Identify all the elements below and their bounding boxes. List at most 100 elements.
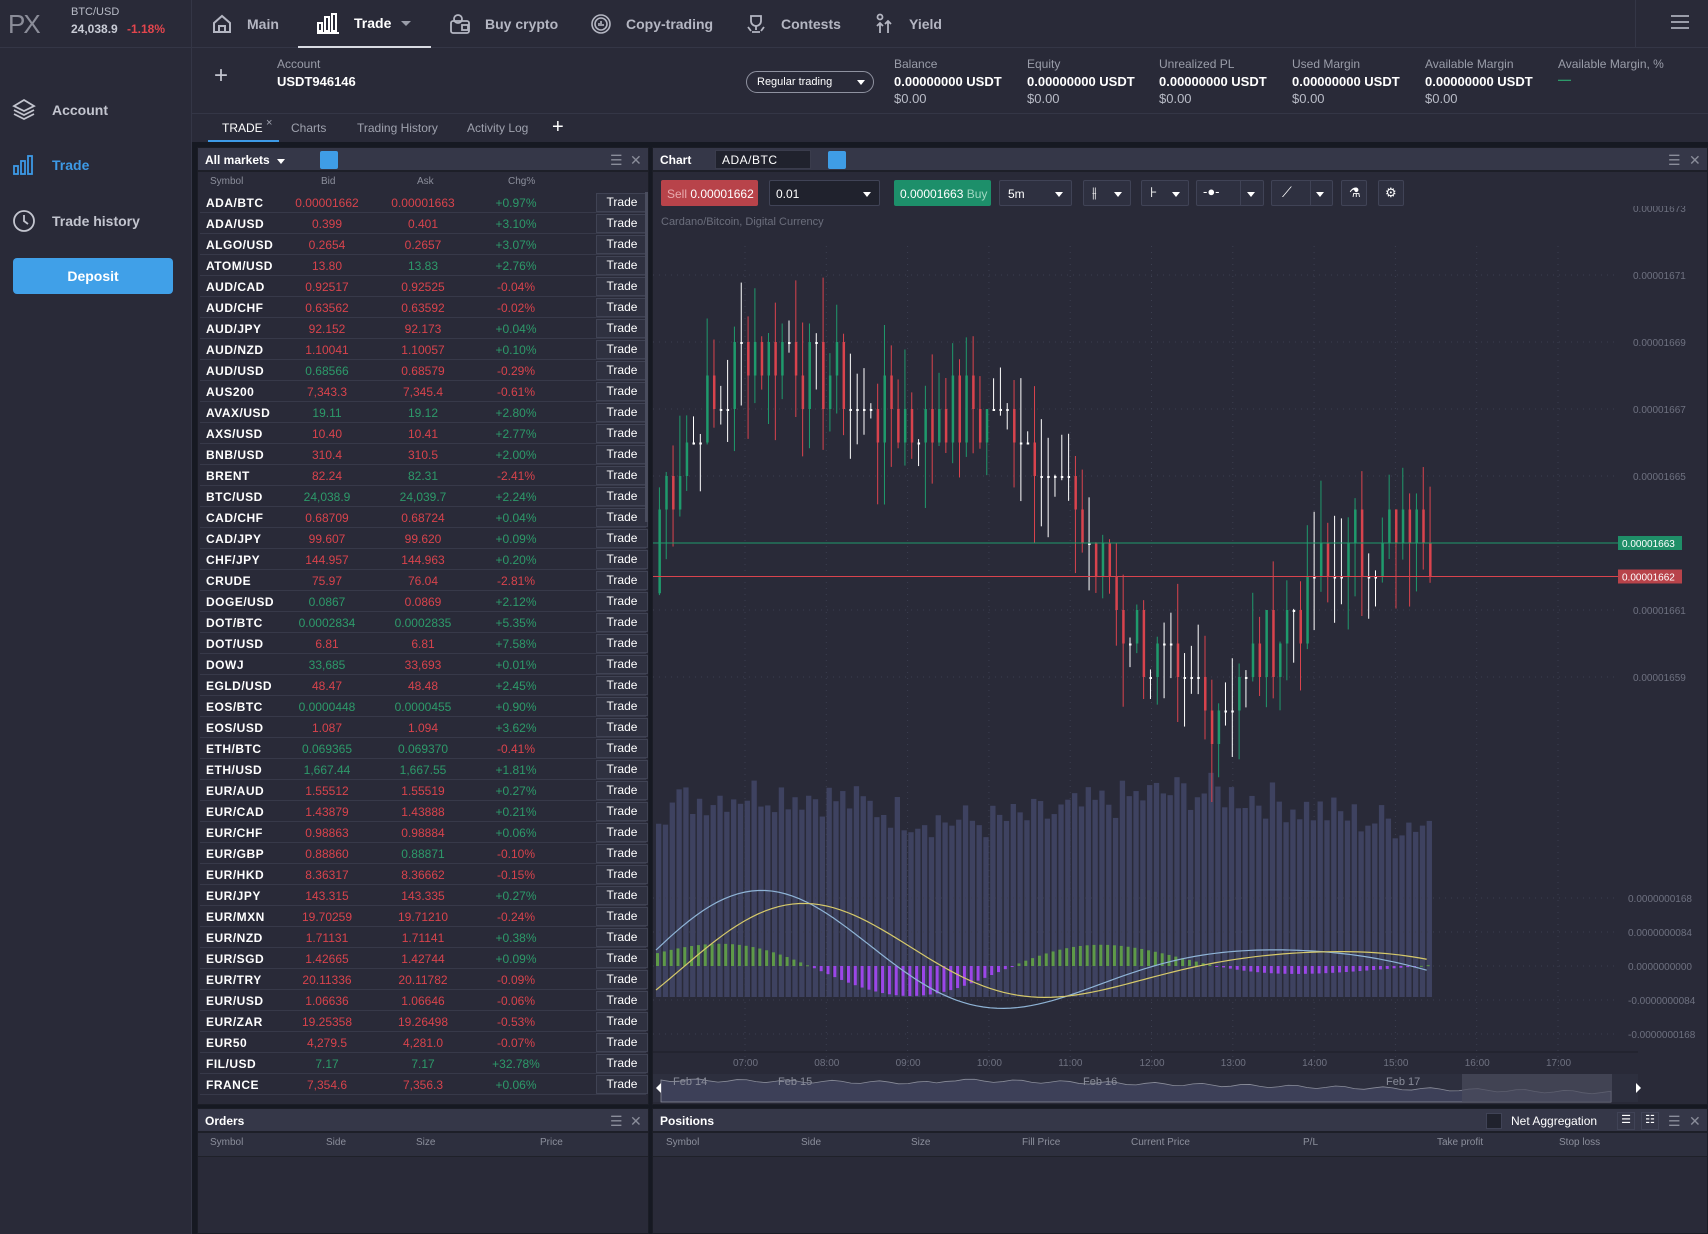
market-row[interactable]: CAD/JPY 99.607 99.620 +0.09% Trade	[200, 528, 648, 549]
trade-button[interactable]: Trade	[596, 718, 648, 737]
trade-button[interactable]: Trade	[596, 445, 648, 464]
trade-button[interactable]: Trade	[596, 739, 648, 758]
market-row[interactable]: ADA/BTC 0.00001662 0.00001663 +0.97% Trade	[200, 192, 648, 213]
deposit-button[interactable]: Deposit	[13, 258, 173, 294]
add-tab-icon[interactable]: +	[552, 116, 564, 139]
trade-button[interactable]: Trade	[596, 508, 648, 527]
market-row[interactable]: AUD/NZD 1.10041 1.10057 +0.10% Trade	[200, 339, 648, 360]
market-row[interactable]: CAD/CHF 0.68709 0.68724 +0.04% Trade	[200, 507, 648, 528]
col-ask[interactable]: Ask	[417, 176, 434, 187]
collapse-all-icon[interactable]: ☷	[1641, 1112, 1659, 1130]
market-row[interactable]: AUD/USD 0.68566 0.68579 -0.29% Trade	[200, 360, 648, 381]
market-row[interactable]: EUR/CAD 1.43879 1.43888 +0.21% Trade	[200, 801, 648, 822]
trade-button[interactable]: Trade	[596, 613, 648, 632]
col-bid[interactable]: Bid	[321, 176, 335, 187]
trade-button[interactable]: Trade	[596, 907, 648, 926]
panel-menu-icon[interactable]: ☰	[610, 1113, 623, 1130]
trade-button[interactable]: Trade	[596, 781, 648, 800]
trade-button[interactable]: Trade	[596, 844, 648, 863]
tab-charts[interactable]: Charts	[291, 121, 326, 135]
market-row[interactable]: ETH/BTC 0.069365 0.069370 -0.41% Trade	[200, 738, 648, 759]
col-take-profit[interactable]: Take profit	[1437, 1137, 1483, 1148]
panel-menu-icon[interactable]: ☰	[1668, 152, 1681, 169]
trade-button[interactable]: Trade	[596, 949, 648, 968]
trade-button[interactable]: Trade	[596, 277, 648, 296]
markets-filter[interactable]: All markets	[205, 153, 286, 167]
col-side[interactable]: Side	[801, 1137, 821, 1148]
indicators-button[interactable]: ⚗	[1341, 180, 1367, 206]
trade-button[interactable]: Trade	[596, 340, 648, 359]
expand-all-icon[interactable]: ☰	[1617, 1112, 1635, 1130]
col-symbol[interactable]: Symbol	[666, 1137, 699, 1148]
trade-button[interactable]: Trade	[596, 214, 648, 233]
market-row[interactable]: EUR/HKD 8.36317 8.36662 -0.15% Trade	[200, 864, 648, 885]
nav-trade[interactable]: Trade	[298, 0, 431, 48]
market-row[interactable]: EUR/JPY 143.315 143.335 +0.27% Trade	[200, 885, 648, 906]
market-row[interactable]: CHF/JPY 144.957 144.963 +0.20% Trade	[200, 549, 648, 570]
link-icon[interactable]	[828, 151, 846, 169]
col-pl[interactable]: P/L	[1303, 1137, 1318, 1148]
market-row[interactable]: EOS/USD 1.087 1.094 +3.62% Trade	[200, 717, 648, 738]
trade-button[interactable]: Trade	[596, 529, 648, 548]
col-fill-price[interactable]: Fill Price	[1022, 1137, 1060, 1148]
col-symbol[interactable]: Symbol	[210, 1137, 243, 1148]
market-row[interactable]: BRENT 82.24 82.31 -2.41% Trade	[200, 465, 648, 486]
trade-button[interactable]: Trade	[596, 466, 648, 485]
nav-copy-trading[interactable]: Copy-trading	[590, 0, 713, 48]
nav-contests[interactable]: Contests	[745, 0, 841, 48]
market-row[interactable]: EUR50 4,279.5 4,281.0 -0.07% Trade	[200, 1032, 648, 1053]
market-row[interactable]: AUD/JPY 92.152 92.173 +0.04% Trade	[200, 318, 648, 339]
trade-button[interactable]: Trade	[596, 676, 648, 695]
trade-button[interactable]: Trade	[596, 823, 648, 842]
market-row[interactable]: EUR/MXN 19.70259 19.71210 -0.24% Trade	[200, 906, 648, 927]
logo[interactable]: PX	[8, 9, 41, 40]
sidebar-item-trade-history[interactable]: Trade history	[12, 209, 140, 233]
close-icon[interactable]: ✕	[630, 152, 642, 169]
market-row[interactable]: EGLD/USD 48.47 48.48 +2.45% Trade	[200, 675, 648, 696]
trading-mode-select[interactable]: Regular trading	[746, 71, 874, 93]
market-row[interactable]: ADA/USD 0.399 0.401 +3.10% Trade	[200, 213, 648, 234]
market-row[interactable]: AXS/USD 10.40 10.41 +2.77% Trade	[200, 423, 648, 444]
tab-activity-log[interactable]: Activity Log	[467, 121, 528, 135]
market-row[interactable]: EUR/ZAR 19.25358 19.26498 -0.53% Trade	[200, 1011, 648, 1032]
col-price[interactable]: Price	[540, 1137, 563, 1148]
trade-button[interactable]: Trade	[596, 1054, 648, 1073]
nav-main[interactable]: Main	[211, 0, 279, 48]
chart-symbol-input[interactable]: ADA/BTC	[715, 150, 811, 169]
trade-button[interactable]: Trade	[596, 991, 648, 1010]
navigator-right-arrow-icon[interactable]	[1636, 1083, 1641, 1093]
sidebar-item-trade[interactable]: Trade	[12, 154, 89, 176]
market-row[interactable]: AVAX/USD 19.11 19.12 +2.80% Trade	[200, 402, 648, 423]
col-side[interactable]: Side	[326, 1137, 346, 1148]
trade-button[interactable]: Trade	[596, 361, 648, 380]
link-icon[interactable]	[320, 151, 338, 169]
trade-button[interactable]: Trade	[596, 1033, 648, 1052]
panel-menu-icon[interactable]: ☰	[1668, 1113, 1681, 1130]
close-icon[interactable]: ✕	[1689, 152, 1701, 169]
trade-button[interactable]: Trade	[596, 550, 648, 569]
panel-menu-icon[interactable]: ☰	[610, 152, 623, 169]
trade-button[interactable]: Trade	[596, 865, 648, 884]
market-row[interactable]: EUR/SGD 1.42665 1.42744 +0.09% Trade	[200, 948, 648, 969]
market-row[interactable]: EUR/AUD 1.55512 1.55519 +0.27% Trade	[200, 780, 648, 801]
trade-button[interactable]: Trade	[596, 319, 648, 338]
market-row[interactable]: ATOM/USD 13.80 13.83 +2.76% Trade	[200, 255, 648, 276]
market-row[interactable]: ALGO/USD 0.2654 0.2657 +3.07% Trade	[200, 234, 648, 255]
market-row[interactable]: AUD/CAD 0.92517 0.92525 -0.04% Trade	[200, 276, 648, 297]
trade-button[interactable]: Trade	[596, 697, 648, 716]
market-row[interactable]: AUD/CHF 0.63562 0.63592 -0.02% Trade	[200, 297, 648, 318]
trade-button[interactable]: Trade	[596, 634, 648, 653]
market-row[interactable]: DOT/USD 6.81 6.81 +7.58% Trade	[200, 633, 648, 654]
col-stop-loss[interactable]: Stop loss	[1559, 1137, 1600, 1148]
interval-select[interactable]: 5m	[999, 180, 1072, 206]
quantity-select[interactable]: 0.01	[769, 180, 880, 206]
trade-button[interactable]: Trade	[596, 256, 648, 275]
trade-button[interactable]: Trade	[596, 760, 648, 779]
market-row[interactable]: DOGE/USD 0.0867 0.0869 +2.12% Trade	[200, 591, 648, 612]
close-icon[interactable]: ✕	[1689, 1113, 1701, 1130]
market-row[interactable]: DOT/BTC 0.0002834 0.0002835 +5.35% Trade	[200, 612, 648, 633]
market-row[interactable]: BNB/USD 310.4 310.5 +2.00% Trade	[200, 444, 648, 465]
trade-button[interactable]: Trade	[596, 487, 648, 506]
col-symbol[interactable]: Symbol	[210, 176, 243, 187]
market-row[interactable]: EUR/NZD 1.71131 1.71141 +0.38% Trade	[200, 927, 648, 948]
